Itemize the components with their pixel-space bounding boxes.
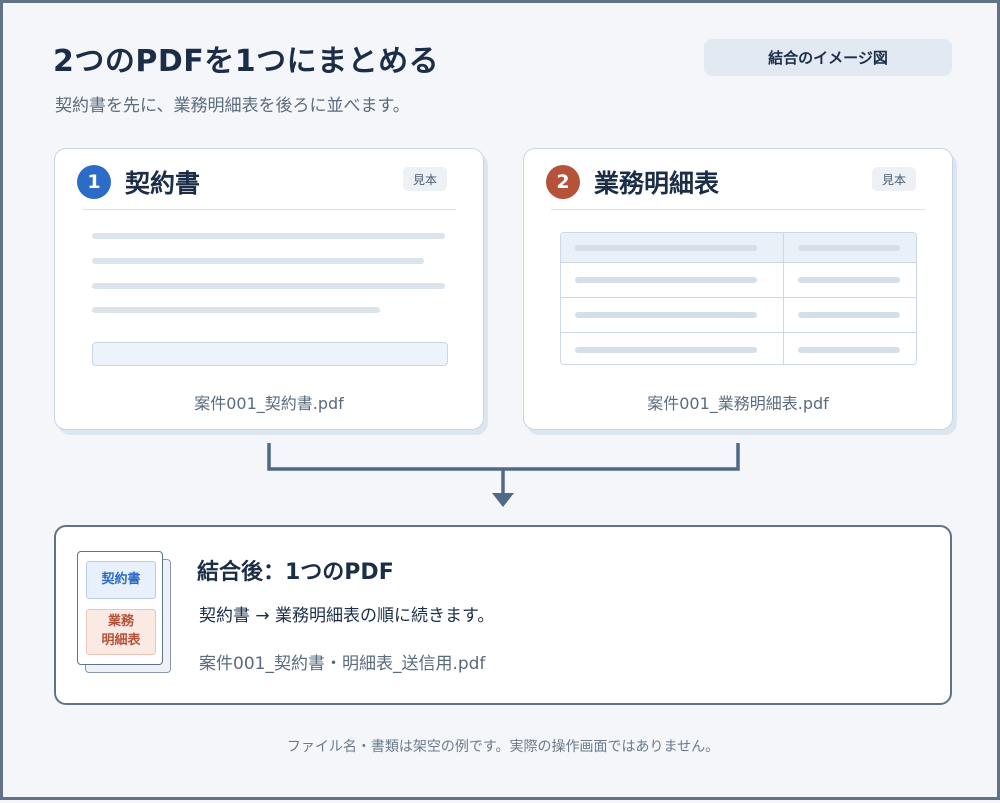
result-description: 契約書 → 業務明細表の順に続きます。 — [199, 606, 495, 626]
stack-contract-label: 契約書 — [86, 561, 156, 599]
connector-line — [267, 443, 740, 471]
stack-statement-line1: 業務 — [107, 614, 134, 630]
merged-result-box: 契約書 業務 明細表 結合後：1つのPDF 契約書 → 業務明細表の順に続きます… — [54, 525, 952, 705]
result-title: 結合後：1つのPDF — [197, 560, 394, 585]
arrow-down-icon — [492, 493, 514, 507]
stack-statement-line2: 明細表 — [101, 633, 141, 648]
footnote: ファイル名・書類は架空の例です。実際の操作画面ではありません。 — [286, 739, 720, 755]
pdf-stack-icon: 契約書 業務 明細表 — [77, 551, 163, 665]
result-filename: 案件001_契約書・明細表_送信用.pdf — [199, 654, 486, 674]
stack-statement-label: 業務 明細表 — [86, 609, 156, 655]
diagram-frame: 2つのPDFを1つにまとめる 契約書を先に、業務明細表を後ろに並べます。 結合の… — [0, 0, 1000, 800]
